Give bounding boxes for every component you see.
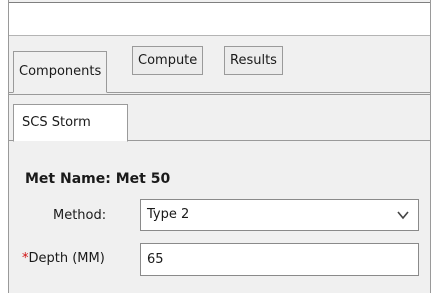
method-label: Method:	[53, 208, 107, 223]
outer-tab-bar: Components Compute Results	[9, 41, 430, 93]
depth-input[interactable]: 65	[140, 243, 419, 276]
tab-compute[interactable]: Compute	[132, 46, 204, 75]
tab-components[interactable]: Components	[13, 51, 108, 93]
components-panel: SCS Storm Met Name: Met 50 Method: Type …	[9, 94, 430, 293]
method-select-value: Type 2	[147, 207, 190, 222]
depth-label-text: Depth (MM)	[28, 251, 105, 266]
tab-results[interactable]: Results	[224, 46, 283, 75]
chevron-down-icon[interactable]	[396, 200, 410, 230]
name-display-field[interactable]	[9, 2, 430, 36]
depth-label: *Depth (MM)	[22, 251, 105, 266]
met-name-label: Met Name: Met 50	[25, 171, 171, 187]
component-editor: Components Compute Results SCS Storm Met…	[8, 0, 431, 293]
method-select[interactable]: Type 2	[140, 199, 419, 231]
inner-tab-bar: SCS Storm	[9, 95, 430, 142]
tab-scs-storm[interactable]: SCS Storm	[13, 104, 128, 142]
